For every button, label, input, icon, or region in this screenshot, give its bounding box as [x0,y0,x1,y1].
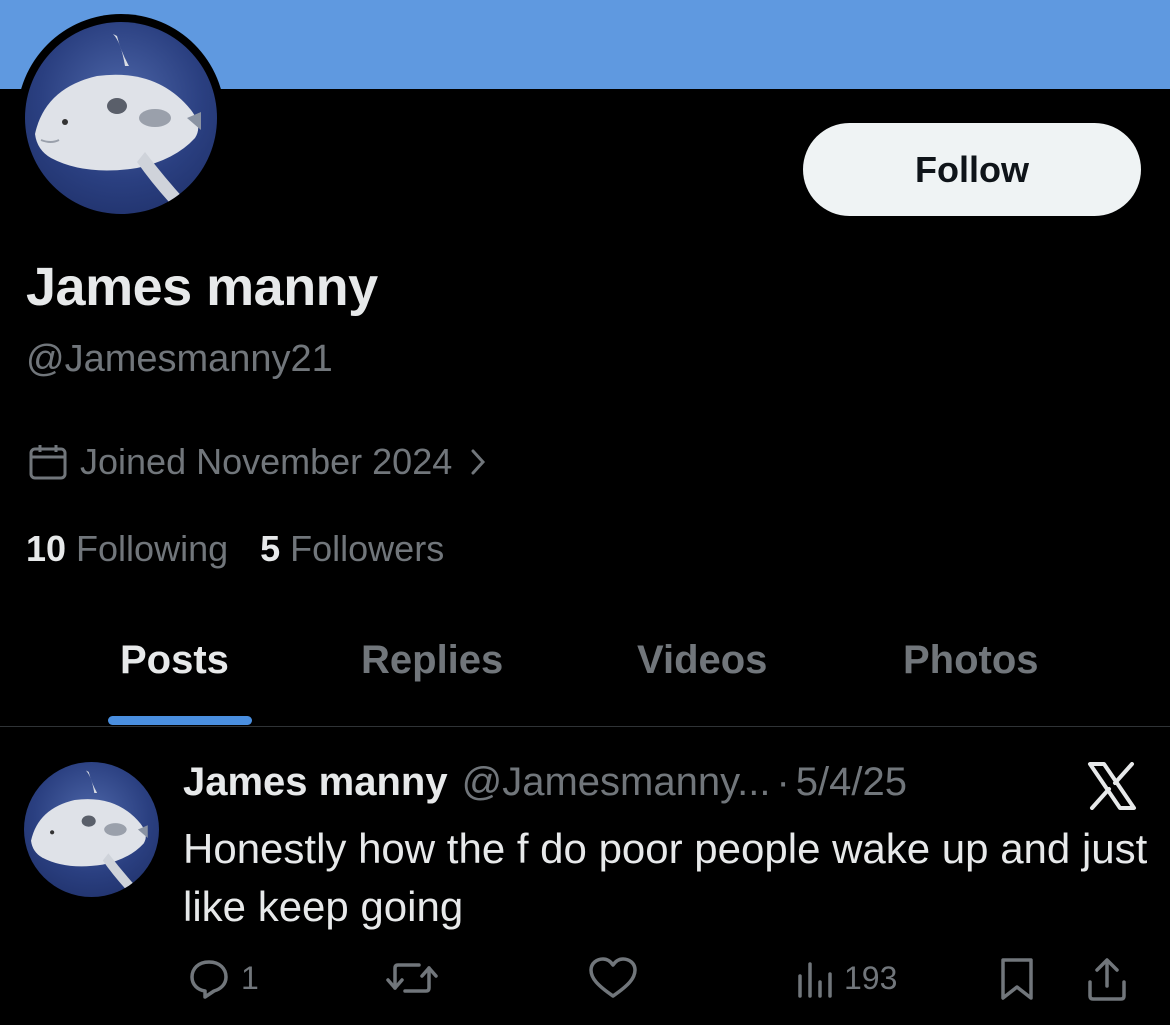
x-logo-icon [1088,762,1136,810]
reply-count: 1 [241,959,259,996]
following-count: 10 [26,528,67,569]
profile-handle: @Jamesmanny21 [26,338,333,380]
followers-count: 5 [260,528,281,569]
tab-replies[interactable]: Replies [361,638,503,683]
share-button[interactable] [1085,956,1129,1002]
tab-videos[interactable]: Videos [637,638,767,683]
tab-photos[interactable]: Photos [903,638,1039,683]
sunfish-avatar-image [25,22,217,214]
profile-display-name: James manny [26,257,378,317]
following-link[interactable]: 10 Following [26,528,228,570]
views-button[interactable]: 193 [796,956,897,1000]
share-icon [1088,958,1126,1001]
post-date[interactable]: 5/4/25 [796,760,907,805]
calendar-icon [29,445,67,480]
post-separator: · [776,760,790,804]
active-tab-indicator [108,716,252,725]
chevron-right-icon [471,449,486,475]
repost-button[interactable] [385,956,439,1000]
repost-icon [386,963,438,993]
reply-icon [190,960,228,999]
like-button[interactable] [587,956,639,1000]
joined-date-text: Joined November 2024 [80,441,453,482]
sunfish-avatar-image [24,762,159,897]
joined-date-row[interactable]: Joined November 2024 [28,441,486,483]
follow-button[interactable]: Follow [803,123,1141,216]
post-header: James manny @Jamesmanny... · 5/4/25 [183,760,907,805]
views-chart-icon [798,962,832,998]
reply-button[interactable]: 1 [187,956,259,1000]
followers-link[interactable]: 5 Followers [260,528,444,570]
heart-icon [589,957,637,998]
bookmark-icon [1001,958,1033,1000]
tab-posts[interactable]: Posts [120,638,229,683]
profile-tabs: Posts Replies Videos Photos [0,620,1170,727]
post-author-avatar[interactable] [24,762,159,897]
following-label: Following [76,528,229,569]
bookmark-button[interactable] [998,956,1036,1002]
follow-stats: 10 Following 5 Followers [26,528,444,570]
followers-label: Followers [290,528,445,569]
view-count: 193 [844,959,898,996]
post-author-handle[interactable]: @Jamesmanny... [462,760,771,805]
profile-avatar[interactable] [17,14,225,222]
post-body-text: Honestly how the f do poor people wake u… [183,825,1148,930]
post-author-name[interactable]: James manny [183,760,448,805]
